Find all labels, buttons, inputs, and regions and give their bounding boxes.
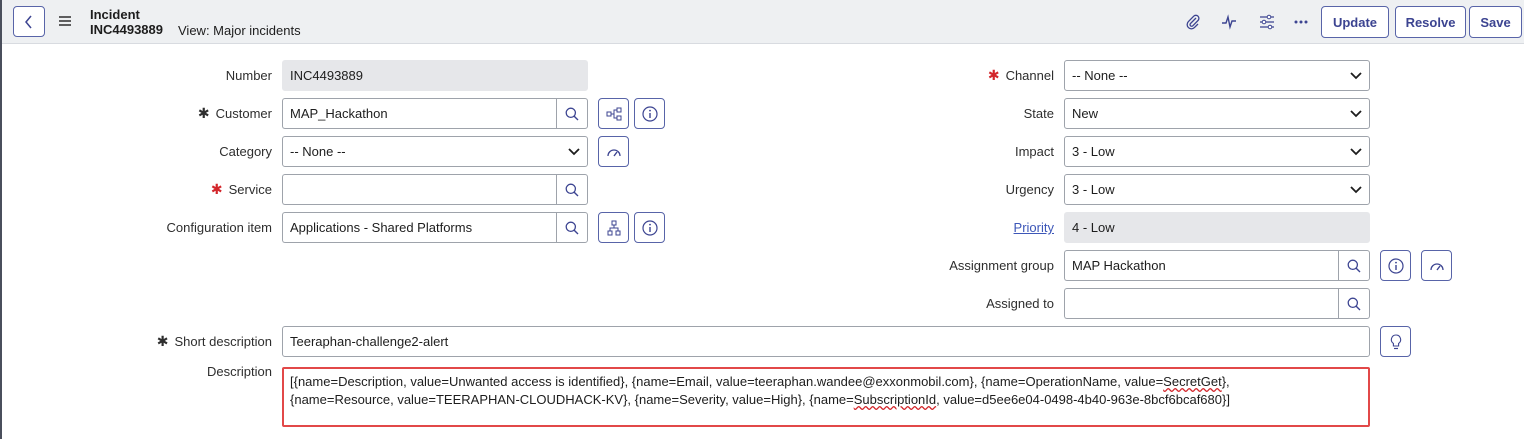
- configuration-item-input[interactable]: Applications - Shared Platforms: [282, 212, 557, 243]
- info-icon: [641, 219, 658, 236]
- service-label: ✱ Service: [210, 181, 272, 197]
- assigned-to-input[interactable]: [1064, 288, 1339, 319]
- mandatory-icon: ✱: [210, 181, 223, 197]
- search-icon: [1347, 297, 1361, 310]
- service-input[interactable]: [282, 174, 557, 205]
- back-icon: [25, 15, 32, 28]
- activity-icon[interactable]: [1218, 11, 1240, 33]
- chevron-down-icon: [1349, 183, 1363, 197]
- mandatory-icon: ✱: [197, 105, 210, 121]
- chevron-down-icon: [567, 145, 581, 159]
- assignment-group-label: Assignment group: [949, 258, 1054, 273]
- form-header: Incident INC4493889 View: Major incident…: [2, 0, 1524, 44]
- service-lookup-button[interactable]: [556, 174, 588, 205]
- mandatory-icon: ✱: [156, 333, 169, 349]
- save-button[interactable]: Save: [1469, 6, 1522, 38]
- assignment-group-input[interactable]: MAP Hackathon: [1064, 250, 1339, 281]
- state-label: State: [1023, 106, 1054, 121]
- channel-value: -- None --: [1072, 68, 1128, 83]
- short-description-input[interactable]: Teeraphan-challenge2-alert: [282, 326, 1370, 357]
- customer-lookup-button[interactable]: [556, 98, 588, 129]
- back-button[interactable]: [13, 6, 45, 37]
- hierarchy-icon: [607, 220, 620, 235]
- attachment-icon[interactable]: [1182, 11, 1204, 33]
- record-number: INC4493889: [90, 22, 163, 37]
- chevron-down-icon: [1349, 69, 1363, 83]
- customer-label: ✱ Customer: [197, 105, 272, 121]
- suggestion-button[interactable]: [1380, 326, 1411, 357]
- mandatory-icon: ✱: [987, 67, 1000, 83]
- more-icon[interactable]: [1290, 11, 1312, 33]
- update-button[interactable]: Update: [1321, 6, 1389, 38]
- gauge-icon: [1429, 262, 1444, 270]
- info-icon: [1387, 257, 1404, 274]
- resolve-button[interactable]: Resolve: [1395, 6, 1466, 38]
- state-value: New: [1072, 106, 1099, 121]
- left-edge-bar: [0, 0, 2, 439]
- lightbulb-icon: [1390, 333, 1401, 349]
- relations-icon: [606, 107, 621, 120]
- impact-value: 3 - Low: [1072, 144, 1115, 159]
- customer-input[interactable]: MAP_Hackathon: [282, 98, 557, 129]
- search-icon: [565, 183, 579, 196]
- description-line-2: {name=Resource, value=TEERAPHAN-CLOUDHAC…: [290, 392, 1230, 407]
- ci-dependency-button[interactable]: [598, 212, 629, 243]
- customer-relations-button[interactable]: [598, 98, 629, 129]
- customer-info-button[interactable]: [634, 98, 665, 129]
- priority-link[interactable]: Priority: [1014, 220, 1054, 235]
- gauge-icon: [606, 148, 621, 156]
- assigned-to-lookup-button[interactable]: [1338, 288, 1370, 319]
- number-label: Number: [225, 68, 272, 83]
- category-value: -- None --: [290, 144, 346, 159]
- configuration-item-lookup-button[interactable]: [556, 212, 588, 243]
- description-label: Description: [206, 364, 272, 379]
- urgency-label: Urgency: [1005, 182, 1054, 197]
- category-label: Category: [219, 144, 272, 159]
- description-textarea[interactable]: [{name=Description, value=Unwanted acces…: [282, 367, 1370, 427]
- search-icon: [565, 107, 579, 120]
- category-gauge-button[interactable]: [598, 136, 629, 167]
- urgency-value: 3 - Low: [1072, 182, 1115, 197]
- urgency-select[interactable]: 3 - Low: [1064, 174, 1370, 205]
- channel-select[interactable]: -- None --: [1064, 60, 1370, 91]
- assignment-group-lookup-button[interactable]: [1338, 250, 1370, 281]
- configuration-item-label: Configuration item: [166, 220, 273, 235]
- chevron-down-icon: [1349, 145, 1363, 159]
- impact-label: Impact: [1014, 144, 1054, 159]
- settings-sliders-icon[interactable]: [1256, 11, 1278, 33]
- menu-icon[interactable]: [57, 12, 73, 30]
- short-description-label: ✱ Short description: [156, 333, 272, 349]
- ci-info-button[interactable]: [634, 212, 665, 243]
- search-icon: [565, 221, 579, 234]
- assignment-group-gauge-button[interactable]: [1421, 250, 1452, 281]
- view-label: View: Major incidents: [178, 23, 301, 38]
- number-field: INC4493889: [282, 60, 588, 91]
- info-icon: [641, 105, 658, 122]
- search-icon: [1347, 259, 1361, 272]
- assignment-group-info-button[interactable]: [1380, 250, 1411, 281]
- impact-select[interactable]: 3 - Low: [1064, 136, 1370, 167]
- description-line-1: [{name=Description, value=Unwanted acces…: [290, 374, 1230, 389]
- channel-label: ✱ Channel: [987, 67, 1054, 83]
- chevron-down-icon: [1349, 107, 1363, 121]
- state-select[interactable]: New: [1064, 98, 1370, 129]
- record-type: Incident: [90, 7, 140, 22]
- priority-field: 4 - Low: [1064, 212, 1370, 243]
- assigned-to-label: Assigned to: [986, 296, 1054, 311]
- priority-label: Priority: [880, 212, 1054, 243]
- category-select[interactable]: -- None --: [282, 136, 588, 167]
